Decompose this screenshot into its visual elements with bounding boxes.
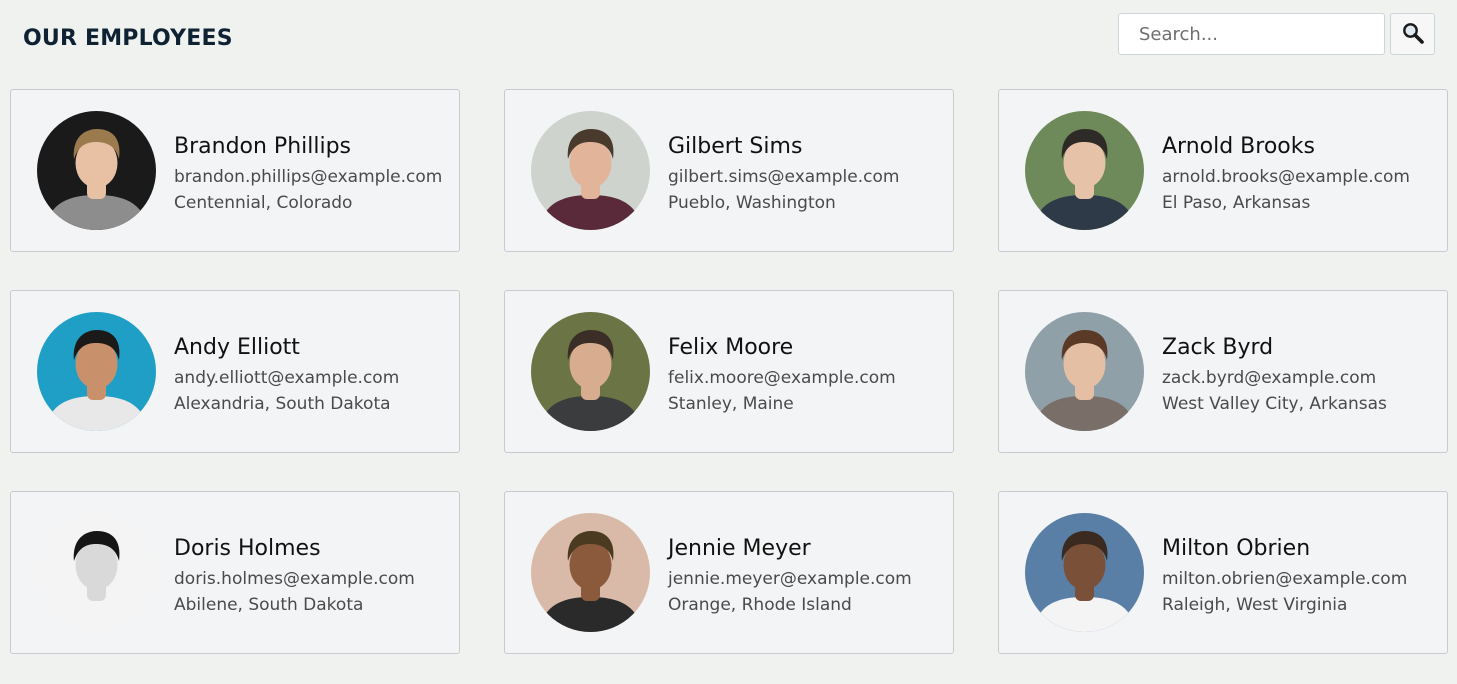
employee-email: felix.moore@example.com [668, 367, 896, 388]
employee-name: Gilbert Sims [668, 134, 803, 160]
employee-email: doris.holmes@example.com [174, 568, 415, 589]
employee-email: gilbert.sims@example.com [668, 166, 900, 187]
employee-name: Jennie Meyer [668, 536, 811, 562]
avatar [37, 111, 156, 230]
employee-grid: Brandon Phillips brandon.phillips@exampl… [10, 89, 1448, 654]
employee-card[interactable]: Milton Obrien milton.obrien@example.com … [998, 491, 1448, 654]
employee-card[interactable]: Zack Byrd zack.byrd@example.com West Val… [998, 290, 1448, 453]
employee-name: Arnold Brooks [1162, 134, 1315, 160]
employee-info: Jennie Meyer jennie.meyer@example.com Or… [668, 530, 912, 614]
employee-location: Centennial, Colorado [174, 192, 353, 213]
search-input[interactable] [1118, 13, 1385, 55]
employee-card[interactable]: Gilbert Sims gilbert.sims@example.com Pu… [504, 89, 954, 252]
employee-email: zack.byrd@example.com [1162, 367, 1377, 388]
employee-name: Andy Elliott [174, 335, 300, 361]
employee-location: Pueblo, Washington [668, 192, 836, 213]
employee-info: Felix Moore felix.moore@example.com Stan… [668, 329, 896, 413]
employee-info: Andy Elliott andy.elliott@example.com Al… [174, 329, 399, 413]
employee-email: brandon.phillips@example.com [174, 166, 443, 187]
employee-location: Raleigh, West Virginia [1162, 594, 1348, 615]
employee-info: Milton Obrien milton.obrien@example.com … [1162, 530, 1407, 614]
employee-info: Zack Byrd zack.byrd@example.com West Val… [1162, 329, 1387, 413]
avatar [1025, 111, 1144, 230]
search-icon [1401, 21, 1425, 48]
employee-name: Doris Holmes [174, 536, 321, 562]
employee-info: Doris Holmes doris.holmes@example.com Ab… [174, 530, 415, 614]
employee-location: El Paso, Arkansas [1162, 192, 1311, 213]
avatar [37, 312, 156, 431]
employee-card[interactable]: Brandon Phillips brandon.phillips@exampl… [10, 89, 460, 252]
page-title: OUR EMPLOYEES [23, 26, 233, 51]
employee-email: milton.obrien@example.com [1162, 568, 1408, 589]
avatar [1025, 513, 1144, 632]
employee-info: Arnold Brooks arnold.brooks@example.com … [1162, 128, 1410, 212]
employee-name: Brandon Phillips [174, 134, 352, 160]
avatar [531, 111, 650, 230]
avatar [37, 513, 156, 632]
employee-card[interactable]: Arnold Brooks arnold.brooks@example.com … [998, 89, 1448, 252]
employee-email: andy.elliott@example.com [174, 367, 400, 388]
employee-location: Orange, Rhode Island [668, 594, 852, 615]
employee-info: Gilbert Sims gilbert.sims@example.com Pu… [668, 128, 899, 212]
employee-card[interactable]: Felix Moore felix.moore@example.com Stan… [504, 290, 954, 453]
employee-card[interactable]: Andy Elliott andy.elliott@example.com Al… [10, 290, 460, 453]
employee-email: arnold.brooks@example.com [1162, 166, 1410, 187]
search-button[interactable] [1390, 13, 1435, 55]
employee-info: Brandon Phillips brandon.phillips@exampl… [174, 128, 442, 212]
employee-location: Abilene, South Dakota [174, 594, 364, 615]
avatar [1025, 312, 1144, 431]
employee-location: West Valley City, Arkansas [1162, 393, 1387, 414]
employee-name: Milton Obrien [1162, 536, 1311, 562]
employee-location: Alexandria, South Dakota [174, 393, 391, 414]
employee-card[interactable]: Jennie Meyer jennie.meyer@example.com Or… [504, 491, 954, 654]
search-form [1118, 13, 1435, 55]
employee-card[interactable]: Doris Holmes doris.holmes@example.com Ab… [10, 491, 460, 654]
employee-location: Stanley, Maine [668, 393, 794, 414]
employee-name: Zack Byrd [1162, 335, 1274, 361]
avatar [531, 312, 650, 431]
employee-name: Felix Moore [668, 335, 794, 361]
employee-email: jennie.meyer@example.com [668, 568, 912, 589]
avatar [531, 513, 650, 632]
